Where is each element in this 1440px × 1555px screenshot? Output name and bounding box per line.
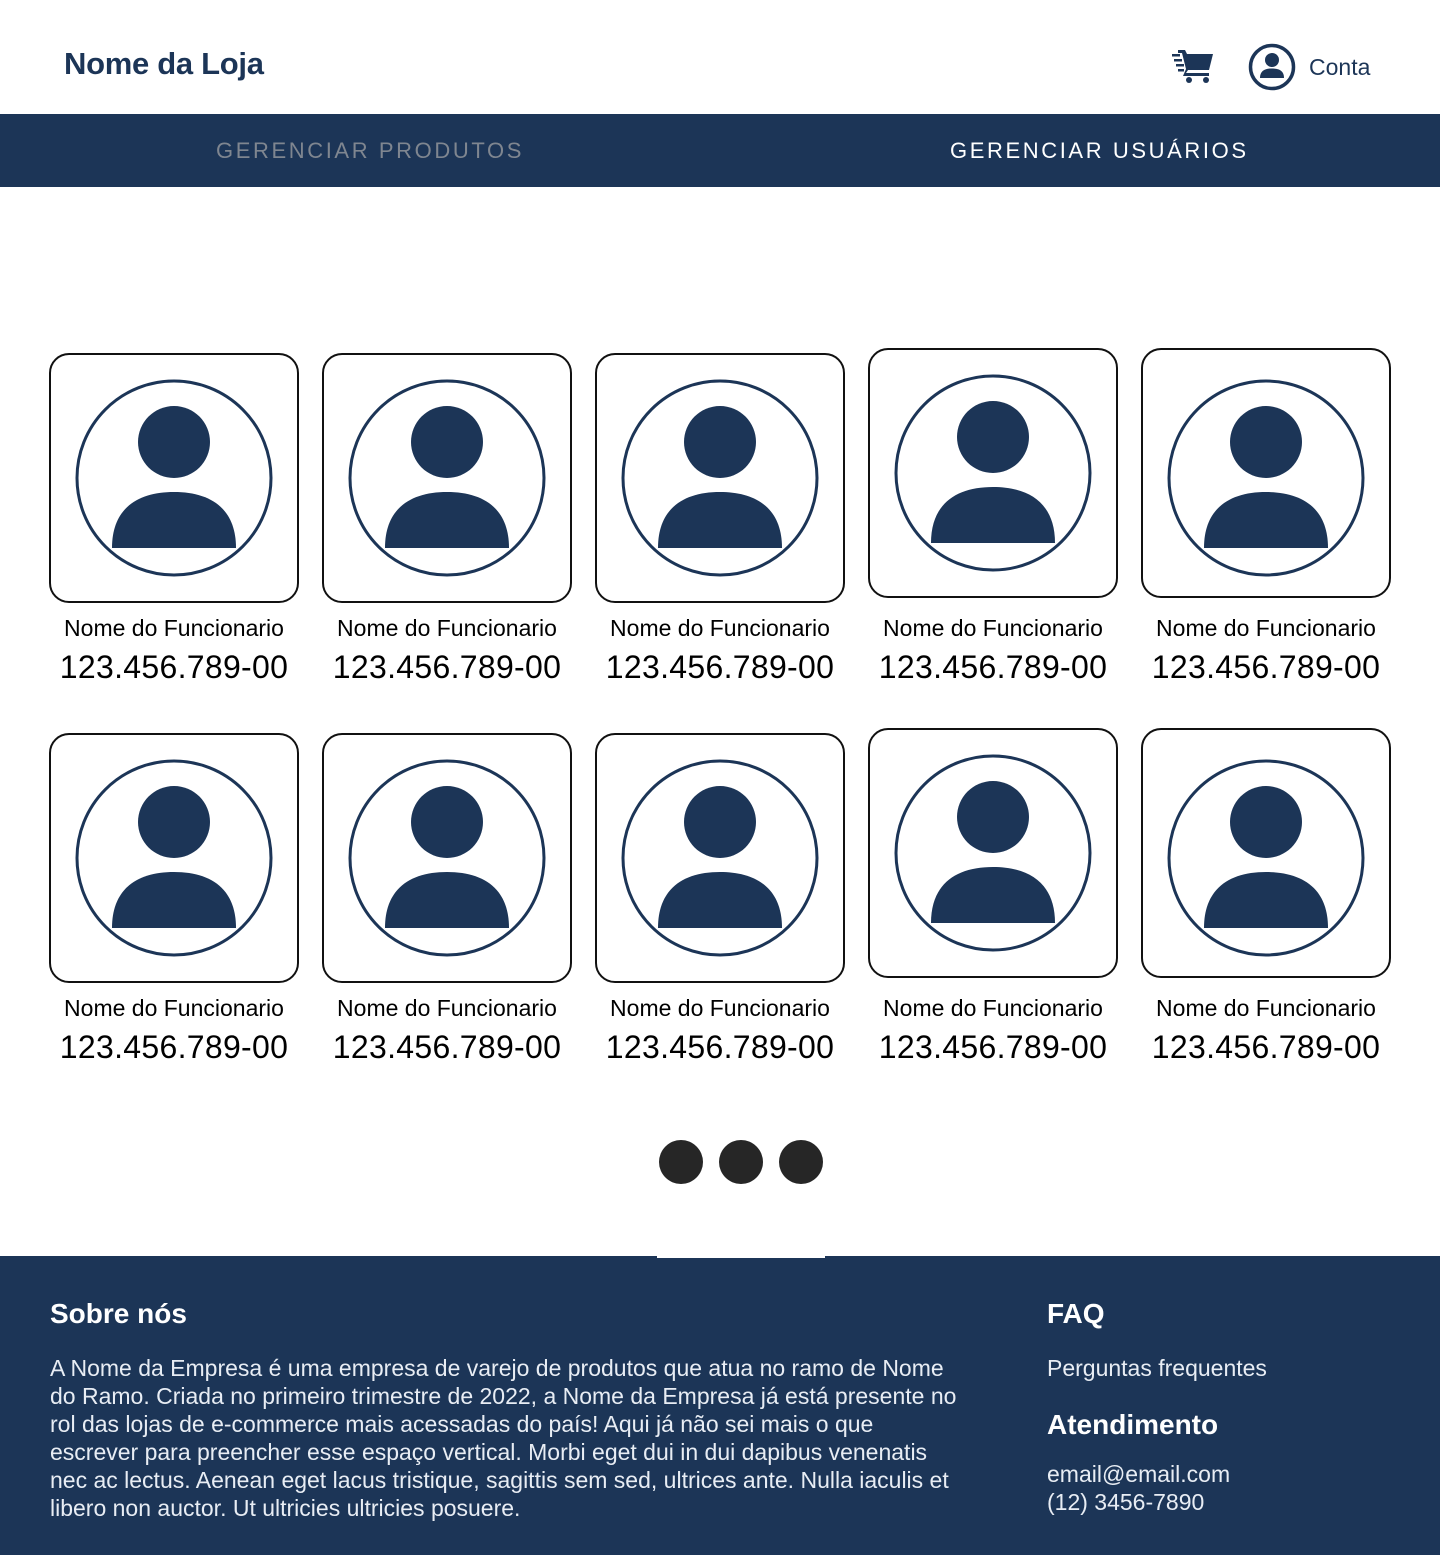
attendance-title: Atendimento [1047, 1409, 1219, 1440]
page-dot-3[interactable] [779, 1140, 823, 1184]
about-line: escrever para preencher esse espaço vert… [50, 1439, 928, 1465]
employee-name: Nome do Funcionario [337, 995, 557, 1021]
page-dot-1[interactable] [659, 1140, 703, 1184]
employee-name: Nome do Funcionario [1156, 995, 1376, 1021]
employee-name: Nome do Funcionario [64, 615, 284, 641]
tab-manage-products[interactable]: GERENCIAR PRODUTOS [216, 138, 524, 164]
pagination-gap [657, 1252, 825, 1258]
employee-avatar[interactable] [322, 733, 572, 983]
employee-cpf: 123.456.789-00 [332, 1029, 562, 1065]
employee-avatar[interactable] [49, 733, 299, 983]
user-avatar-icon [348, 379, 546, 577]
employee-avatar[interactable] [1141, 728, 1391, 978]
user-avatar-icon [621, 759, 819, 957]
user-circle-icon [1248, 43, 1296, 91]
employee-name: Nome do Funcionario [883, 995, 1103, 1021]
user-avatar-icon [1167, 759, 1365, 957]
user-avatar-icon [75, 379, 273, 577]
employee-name: Nome do Funcionario [610, 995, 830, 1021]
employee-cpf: 123.456.789-00 [878, 649, 1108, 685]
faq-link[interactable]: Perguntas frequentes [1047, 1354, 1267, 1382]
about-title: Sobre nós [50, 1298, 187, 1329]
about-line: A Nome da Empresa é uma empresa de varej… [50, 1355, 944, 1381]
employee-avatar[interactable] [1141, 348, 1391, 598]
user-avatar-icon [894, 374, 1092, 572]
employee-cpf: 123.456.789-00 [1151, 1029, 1381, 1065]
faq-title: FAQ [1047, 1298, 1105, 1329]
employee-avatar[interactable] [868, 728, 1118, 978]
about-line: nec ac lectus. Aenean eget lacus tristiq… [50, 1467, 949, 1493]
footer: Sobre nós A Nome da Empresa é uma empres… [0, 1256, 1440, 1555]
employee-cpf: 123.456.789-00 [878, 1029, 1108, 1065]
employee-cpf: 123.456.789-00 [332, 649, 562, 685]
about-line: do Ramo. Criada no primeiro trimestre de… [50, 1383, 957, 1409]
employee-cpf: 123.456.789-00 [1151, 649, 1381, 685]
contact-email[interactable]: email@email.com [1047, 1460, 1230, 1488]
user-avatar-icon [621, 379, 819, 577]
cart-icon [1172, 50, 1213, 83]
header: Nome da Loja Conta [0, 0, 1440, 114]
employee-name: Nome do Funcionario [337, 615, 557, 641]
user-avatar-icon [348, 759, 546, 957]
user-avatar-icon [894, 754, 1092, 952]
employee-cpf: 123.456.789-00 [59, 1029, 289, 1065]
about-text: A Nome da Empresa é uma empresa de varej… [50, 1354, 990, 1522]
cart-button[interactable] [1172, 48, 1214, 84]
employee-name: Nome do Funcionario [610, 615, 830, 641]
contact-phone: (12) 3456-7890 [1047, 1489, 1205, 1515]
tab-manage-users[interactable]: GERENCIAR USUÁRIOS [950, 138, 1249, 164]
employee-avatar[interactable] [49, 353, 299, 603]
page-dot-2[interactable] [719, 1140, 763, 1184]
employee-name: Nome do Funcionario [1156, 615, 1376, 641]
employee-avatar[interactable] [868, 348, 1118, 598]
about-line: libero non auctor. Ut ultricies ultricie… [50, 1495, 521, 1521]
account-label: Conta [1309, 53, 1371, 80]
store-logo-text[interactable]: Nome da Loja [64, 46, 264, 82]
employee-avatar[interactable] [322, 353, 572, 603]
admin-nav-bar: GERENCIAR PRODUTOS GERENCIAR USUÁRIOS [0, 114, 1440, 187]
user-avatar-icon [1167, 379, 1365, 577]
employee-avatar[interactable] [595, 353, 845, 603]
employee-avatar[interactable] [595, 733, 845, 983]
account-button[interactable]: Conta [1248, 42, 1370, 92]
user-avatar-icon [75, 759, 273, 957]
pagination-dots [659, 1140, 825, 1184]
about-line: rol das lojas de e-commerce mais acessad… [50, 1411, 874, 1437]
employee-name: Nome do Funcionario [883, 615, 1103, 641]
employee-name: Nome do Funcionario [64, 995, 284, 1021]
employee-cpf: 123.456.789-00 [605, 1029, 835, 1065]
employee-cpf: 123.456.789-00 [59, 649, 289, 685]
employee-cpf: 123.456.789-00 [605, 649, 835, 685]
